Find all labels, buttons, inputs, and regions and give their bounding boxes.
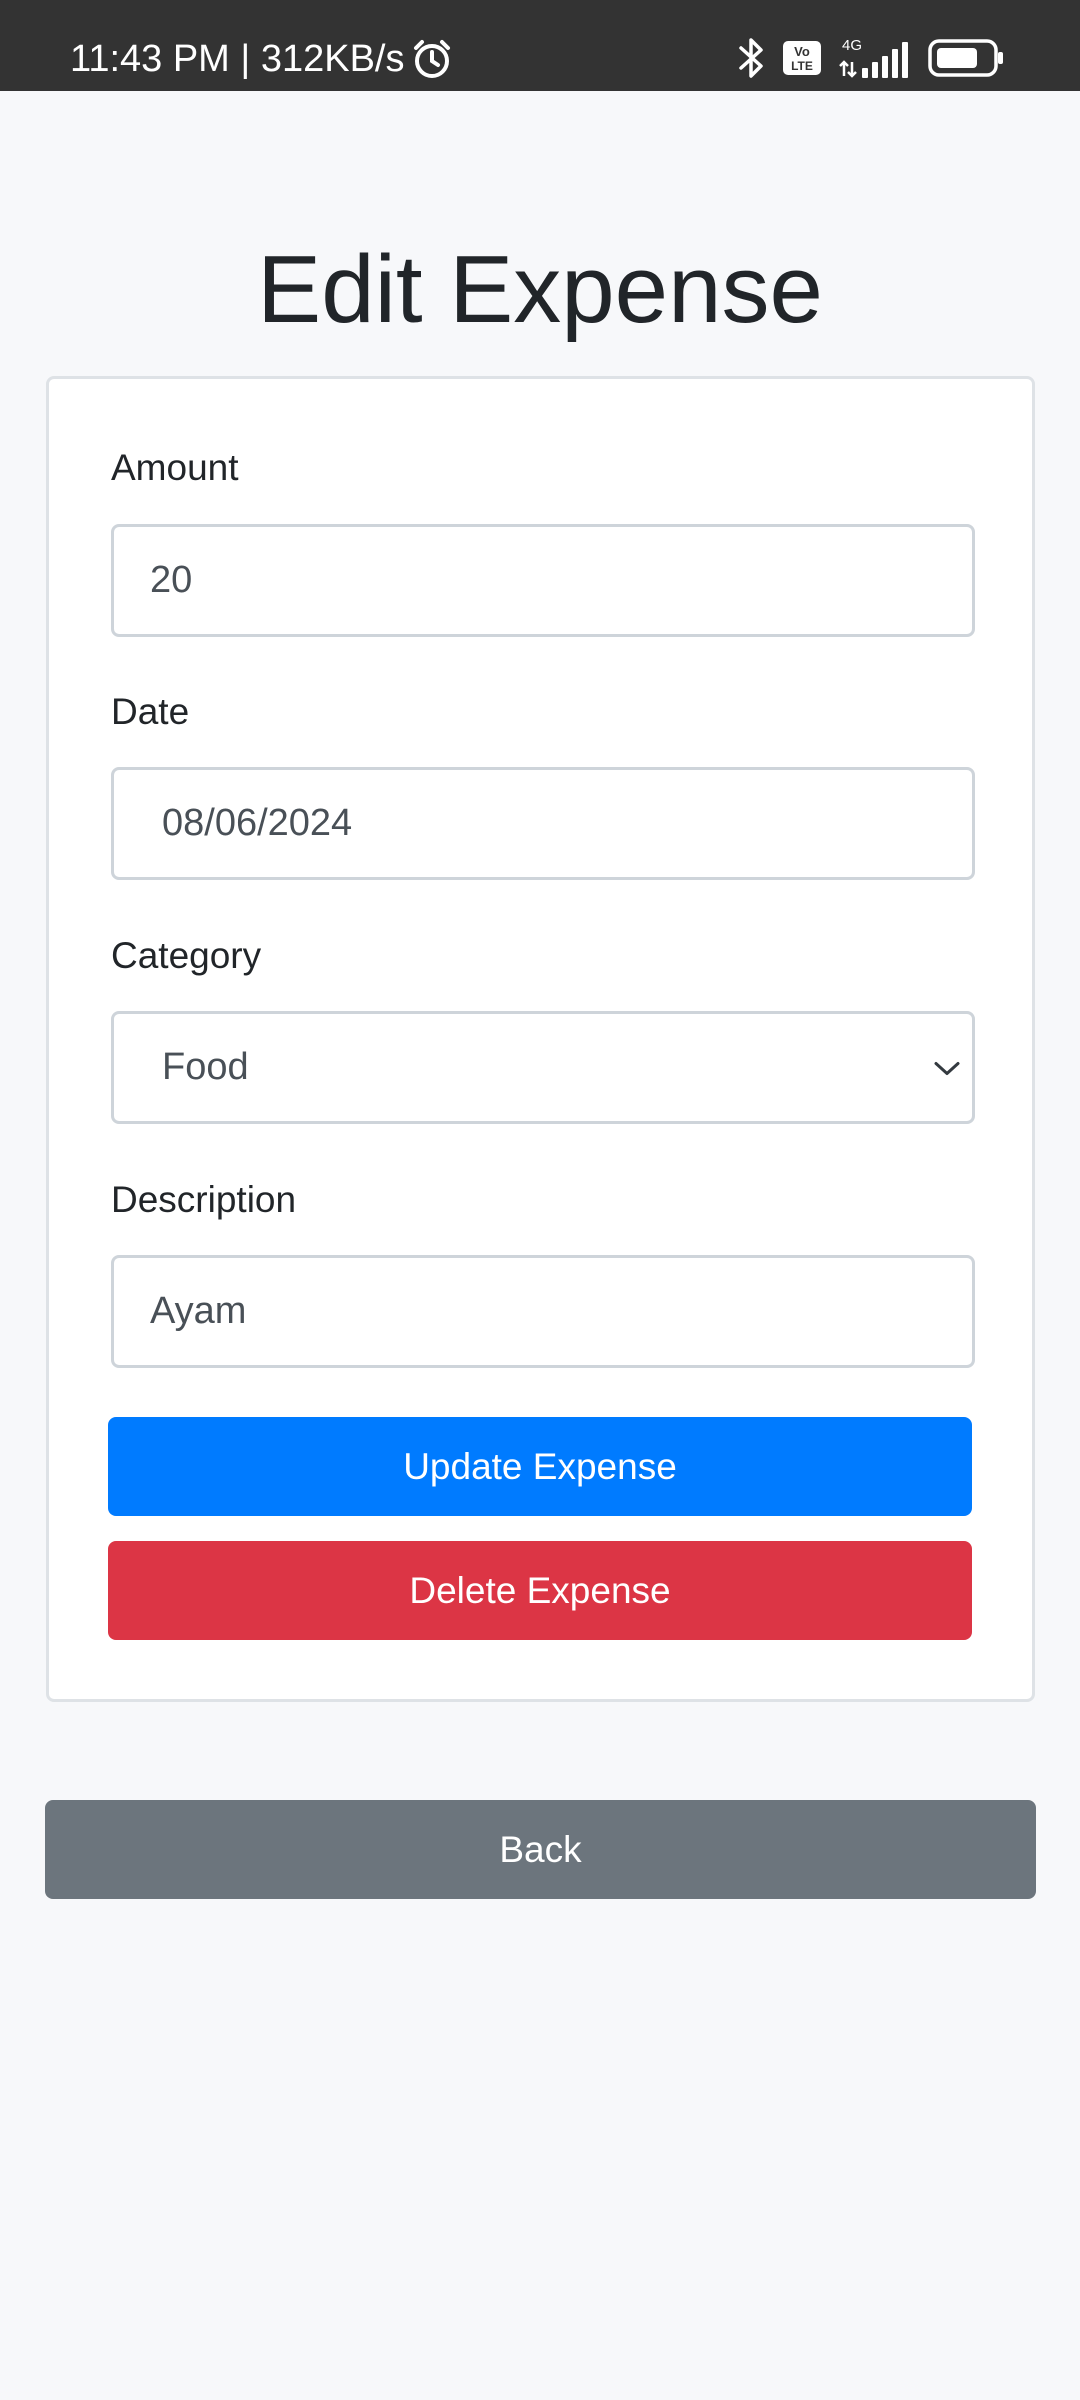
svg-text:LTE: LTE [791,59,813,73]
page-title: Edit Expense [257,236,823,343]
description-label: Description [111,1179,297,1220]
amount-label: Amount [111,447,239,488]
update-expense-button[interactable]: Update Expense [108,1417,972,1516]
status-time-speed: 11:43 PM | 312KB/s [70,38,405,80]
amount-value: 20 [150,559,193,601]
alarm-clock-icon [410,37,454,81]
category-select[interactable]: Food [111,1011,975,1124]
svg-text:Vo: Vo [794,44,810,59]
delete-expense-button[interactable]: Delete Expense [108,1541,972,1640]
back-button[interactable]: Back [45,1800,1036,1899]
chevron-down-icon [930,1046,964,1089]
amount-input[interactable]: 20 [111,524,975,637]
status-left: 11:43 PM | 312KB/s [70,34,454,84]
description-input[interactable]: Ayam [111,1255,975,1368]
category-label: Category [111,935,262,976]
edit-expense-form: Amount 20 Date 08/06/2024 Category Food … [46,376,1035,1702]
status-bar: 11:43 PM | 312KB/s Vo LTE 4G [0,0,1080,91]
category-value: Food [162,1046,249,1088]
svg-text:4G: 4G [842,37,862,54]
battery-icon [928,38,1004,78]
description-value: Ayam [150,1290,247,1332]
network-signal-icon: 4G [838,36,912,80]
status-right: Vo LTE 4G [736,36,1004,80]
date-input[interactable]: 08/06/2024 [111,767,975,880]
volte-badge: Vo LTE [782,40,822,76]
bluetooth-icon [736,36,766,80]
date-label: Date [111,691,190,732]
date-value: 08/06/2024 [162,802,353,844]
